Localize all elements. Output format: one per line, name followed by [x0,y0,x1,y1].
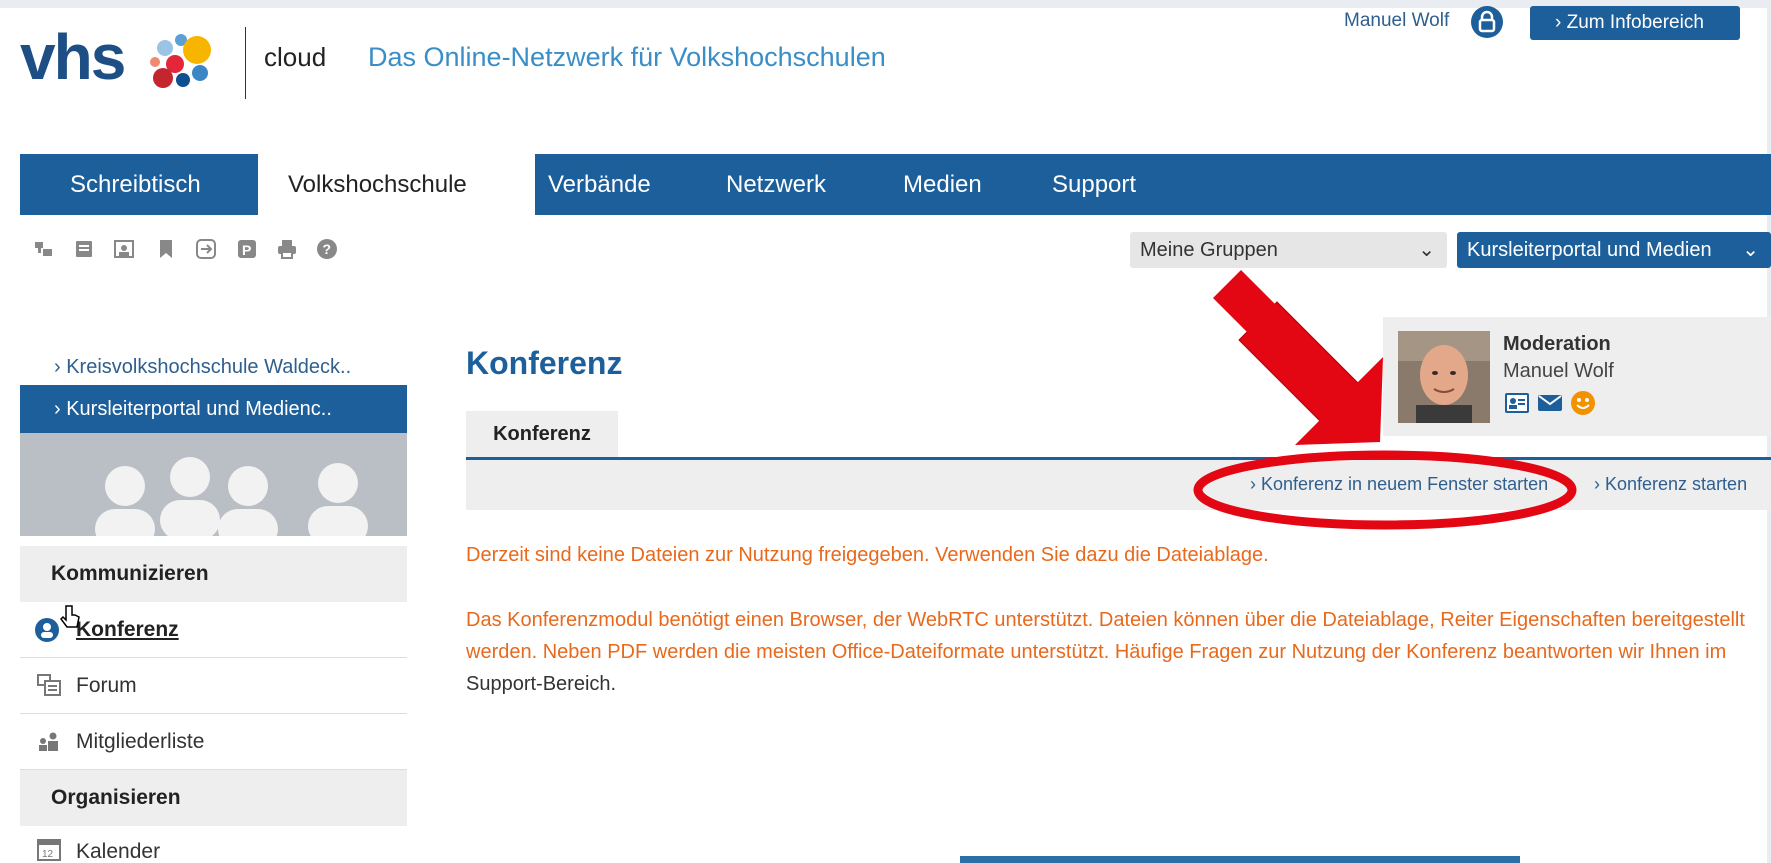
lock-icon [1478,10,1496,33]
info-area-button[interactable]: › Zum Infobereich [1530,6,1740,40]
sidebar-item-forum[interactable]: Forum [20,658,407,714]
sidebar-item-mitgliederliste[interactable]: Mitgliederliste [20,714,407,770]
moderator-photo [1398,331,1490,423]
support-suffix: . [610,673,617,695]
red-arrow-icon [1238,301,1378,441]
logo-text: vhs [20,21,126,93]
print-icon[interactable] [276,238,298,260]
sidebar-item-konferenz[interactable]: Konferenz [20,602,407,658]
logo-separator [245,27,246,99]
info-message: Das Konferenzmodul benötigt einen Browse… [466,604,1766,700]
conference-icon [35,618,59,642]
forum-icon [37,674,61,696]
groups-select-value: Meine Gruppen [1140,239,1278,261]
notes-icon[interactable] [73,238,95,260]
portal-select-value: Kursleiterportal und Medien [1467,239,1712,261]
help-icon[interactable]: ? [316,238,338,260]
profile-card-icon[interactable] [1504,390,1530,416]
top-border [0,0,1771,8]
sidebar-item-kalender[interactable]: 12 Kalender [20,826,407,863]
moderator-name: Manuel Wolf [1503,360,1614,382]
sidebar-item-label: Kalender [76,840,161,863]
sidebar-item-label: Forum [76,674,137,697]
logo-cloud: cloud [264,42,327,72]
svg-text:P: P [242,242,251,258]
section-kommunizieren: Kommunizieren [20,546,407,602]
svg-text:?: ? [323,241,332,257]
svg-text:12: 12 [42,849,54,860]
sidebar-link-kreisvolkshochschule[interactable]: › Kreisvolkshochschule Waldeck.. [20,352,407,382]
parking-icon[interactable]: P [236,238,258,260]
portal-select[interactable]: Kursleiterportal und Medien ⌄ [1457,232,1771,268]
groups-select[interactable]: Meine Gruppen ⌄ [1130,232,1447,268]
page-title: Konferenz [466,345,623,381]
no-files-message: Derzeit sind keine Dateien zur Nutzung f… [466,544,1269,566]
tagline: Das Online-Netzwerk für Volkshochschulen [368,42,886,72]
tab-medien[interactable]: Medien [903,154,982,215]
group-photo-icon[interactable] [113,238,135,260]
red-arrow-head [1295,357,1383,445]
group-image [20,433,407,536]
sidebar-item-label: Konferenz [76,618,179,641]
main-nav: Schreibtisch Volkshochschule Verbände Ne… [20,154,1771,215]
red-arrow-shaft [1213,270,1360,417]
logout-button[interactable] [1471,6,1503,38]
user-name-link[interactable]: Manuel Wolf [1344,10,1449,32]
tab-schreibtisch[interactable]: Schreibtisch [70,154,201,215]
group-members-icon [95,457,368,536]
tab-konferenz[interactable]: Konferenz [466,411,618,458]
smiley-icon[interactable] [1570,390,1596,416]
bookmark-icon[interactable] [155,238,177,260]
members-icon [39,732,58,751]
logo-dots-icon [150,34,211,88]
start-conference-new-window-link[interactable]: › Konferenz in neuem Fenster starten [1250,474,1548,495]
chevron-down-icon: ⌄ [1418,239,1435,261]
chevron-down-icon: ⌄ [1742,239,1759,261]
sidebar-link-kursleiterportal[interactable]: › Kursleiterportal und Medienc.. [20,385,407,433]
tab-support[interactable]: Support [1052,154,1136,215]
action-bar [466,460,1771,510]
exit-icon[interactable] [195,238,217,260]
moderation-title: Moderation [1503,333,1611,355]
section-organisieren: Organisieren [20,770,407,826]
tab-verbaende[interactable]: Verbände [548,154,651,215]
tab-netzwerk[interactable]: Netzwerk [726,154,826,215]
start-conference-link[interactable]: › Konferenz starten [1594,474,1747,495]
hand-cursor-icon [60,605,80,628]
copy-icon[interactable] [33,238,55,260]
bottom-edge-bar [960,856,1520,863]
support-link[interactable]: Support-Bereich [466,673,611,695]
tab-volkshochschule[interactable]: Volkshochschule [258,154,535,215]
calendar-icon: 12 [37,839,61,861]
avatar[interactable] [1398,331,1490,423]
sidebar-item-label: Mitgliederliste [76,730,205,753]
envelope-icon[interactable] [1537,390,1563,416]
info-message-text: Das Konferenzmodul benötigt einen Browse… [466,609,1745,663]
